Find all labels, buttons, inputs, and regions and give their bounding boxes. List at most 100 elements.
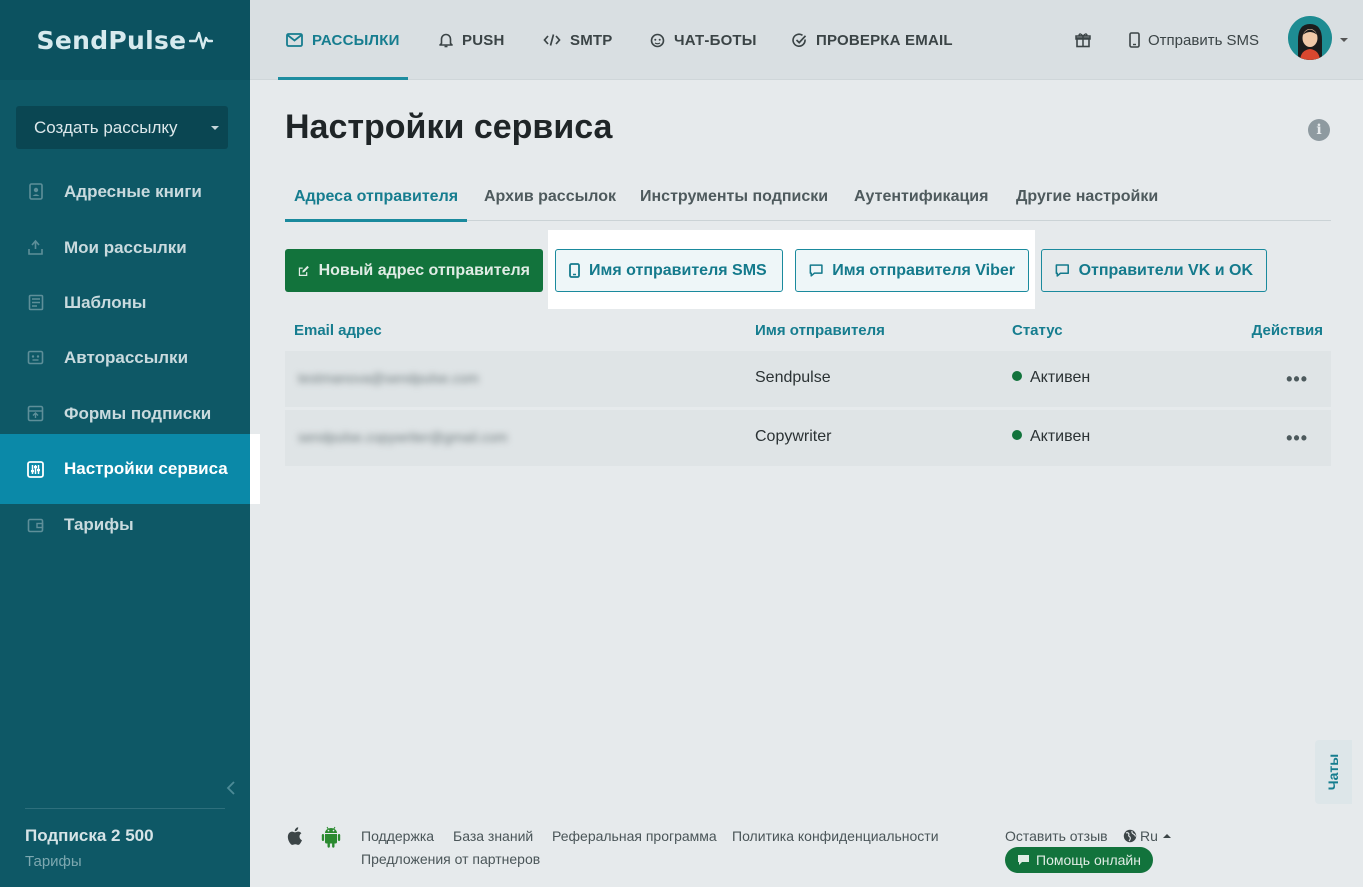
page-title: Настройки сервиса (285, 108, 613, 146)
sidebar-item-address-books[interactable]: Адресные книги (0, 164, 250, 219)
status-dot (1012, 430, 1022, 440)
sender-name-cell: Copywriter (755, 428, 832, 445)
sidebar-item-label: Авторассылки (64, 347, 189, 367)
topnav-label: РАССЫЛКИ (312, 31, 400, 49)
chats-tab[interactable]: Чаты (1315, 740, 1352, 804)
sidebar-item-label: Мои рассылки (64, 237, 187, 257)
sidebar-item-label: Шаблоны (64, 292, 147, 312)
topnav-chatbots[interactable]: ЧАТ-БОТЫ (650, 0, 757, 80)
tab-other-settings[interactable]: Другие настройки (1016, 172, 1158, 221)
pricing-link[interactable]: Тарифы (25, 853, 82, 870)
collapse-sidebar-icon[interactable] (226, 780, 236, 801)
topnav-email-verification[interactable]: ПРОВЕРКА EMAIL (792, 0, 953, 80)
phone-icon (1129, 32, 1140, 48)
send-sms-button[interactable]: Отправить SMS (1129, 0, 1259, 80)
knowledge-base-link[interactable]: База знаний (453, 828, 533, 844)
chevron-up-icon (1162, 834, 1171, 838)
automation-icon (27, 349, 44, 366)
topnav-label: ЧАТ-БОТЫ (674, 31, 757, 49)
templates-icon (27, 294, 44, 311)
tab-campaign-archive[interactable]: Архив рассылок (484, 172, 616, 221)
wallet-icon (27, 516, 44, 533)
sidebar: SendPulse Создать рассылку Адресные книг… (0, 0, 260, 887)
online-help-button[interactable]: Помощь онлайн (1005, 847, 1153, 873)
topnav-push[interactable]: PUSH (439, 0, 504, 80)
tab-authentication[interactable]: Аутентификация (854, 172, 988, 221)
topnav-smtp[interactable]: SMTP (543, 0, 612, 80)
sidebar-item-label: Тарифы (64, 514, 134, 534)
sidebar-item-label: Формы подписки (64, 403, 212, 423)
check-circle-icon (792, 32, 807, 47)
support-link[interactable]: Поддержка (361, 828, 434, 844)
sidebar-item-automations[interactable]: Авторассылки (0, 330, 250, 385)
sender-name-cell: Sendpulse (755, 369, 831, 386)
chats-label: Чаты (1325, 753, 1342, 791)
bell-icon (439, 33, 453, 48)
highlight-area: Имя отправителя SMS Имя отправителя Vibe… (548, 230, 1035, 309)
apple-icon[interactable] (287, 826, 304, 849)
online-help-label: Помощь онлайн (1036, 852, 1141, 868)
referral-program-link[interactable]: Реферальная программа (552, 828, 717, 844)
chatbot-icon (650, 33, 665, 47)
gift-button[interactable] (1075, 0, 1091, 80)
sidebar-item-subscription-forms[interactable]: Формы подписки (0, 386, 250, 441)
column-actions: Действия (1251, 322, 1323, 339)
user-avatar-icon (1288, 16, 1332, 60)
status-cell: Активен (1012, 369, 1090, 387)
more-actions-icon[interactable]: ••• (1286, 428, 1308, 449)
table-row: testmanova@sendpulse.com Sendpulse Актив… (285, 351, 1331, 407)
table-header: Email адрес Имя отправителя Статус Дейст… (285, 320, 1331, 342)
chevron-down-icon[interactable] (211, 126, 219, 130)
sidebar-item-my-campaigns[interactable]: Мои рассылки (0, 220, 250, 275)
logo-area: SendPulse (0, 0, 250, 80)
chat-icon (1018, 855, 1029, 865)
sms-sender-name-button[interactable]: Имя отправителя SMS (555, 249, 783, 292)
language-selector[interactable]: Ru (1123, 828, 1171, 844)
subscription-form-icon (27, 405, 44, 422)
sidebar-item-label: Настройки сервиса (64, 459, 228, 478)
more-actions-icon[interactable]: ••• (1286, 369, 1308, 390)
chat-bubble-icon (809, 264, 823, 277)
leave-feedback-link[interactable]: Оставить отзыв (1005, 828, 1108, 844)
phone-icon (569, 263, 580, 278)
viber-sender-name-button[interactable]: Имя отправителя Viber (795, 249, 1029, 292)
email-cell: testmanova@sendpulse.com (298, 370, 479, 386)
sidebar-item-pricing[interactable]: Тарифы (0, 497, 250, 552)
code-icon (543, 34, 561, 46)
tab-sender-addresses[interactable]: Адреса отправителя (284, 172, 468, 222)
partner-offers-link[interactable]: Предложения от партнеров (361, 851, 540, 867)
privacy-policy-link[interactable]: Политика конфиденциальности (732, 828, 939, 844)
create-campaign-button[interactable]: Создать рассылку (16, 106, 228, 149)
new-sender-address-button[interactable]: Новый адрес отправителя (285, 249, 543, 292)
campaigns-icon (27, 239, 44, 256)
table-row: sendpulse.copywriter@gmail.com Copywrite… (285, 410, 1331, 466)
globe-icon (1123, 829, 1137, 843)
gift-icon (1075, 33, 1091, 48)
topnav-label: ПРОВЕРКА EMAIL (816, 31, 953, 49)
logo[interactable]: SendPulse (37, 26, 214, 55)
status-label: Активен (1030, 369, 1091, 386)
settings-sliders-icon (27, 460, 44, 478)
email-cell: sendpulse.copywriter@gmail.com (298, 429, 508, 445)
status-label: Активен (1030, 428, 1091, 445)
column-status: Статус (1012, 322, 1063, 339)
tab-subscription-tools[interactable]: Инструменты подписки (640, 172, 828, 221)
vk-ok-senders-button[interactable]: Отправители VK и OK (1041, 249, 1267, 292)
subscription-plan-title: Подписка 2 500 (25, 826, 154, 845)
android-icon[interactable] (321, 826, 341, 851)
language-label: Ru (1140, 828, 1158, 844)
edit-icon (298, 265, 309, 276)
topnav-campaigns[interactable]: РАССЫЛКИ (278, 0, 408, 80)
sidebar-item-service-settings[interactable]: Настройки сервиса (0, 434, 260, 504)
send-sms-label: Отправить SMS (1148, 31, 1260, 49)
topnav-label: PUSH (462, 31, 505, 49)
column-email: Email адрес (294, 322, 382, 339)
avatar[interactable] (1288, 16, 1332, 60)
chat-bubble-icon (1055, 264, 1069, 277)
viber-sender-label: Имя отправителя Viber (832, 261, 1015, 279)
logo-text: SendPulse (36, 25, 187, 55)
info-icon[interactable]: i (1308, 119, 1330, 141)
chevron-down-icon[interactable] (1340, 38, 1348, 42)
sidebar-item-templates[interactable]: Шаблоны (0, 275, 250, 330)
create-campaign-label: Создать рассылку (34, 117, 178, 137)
